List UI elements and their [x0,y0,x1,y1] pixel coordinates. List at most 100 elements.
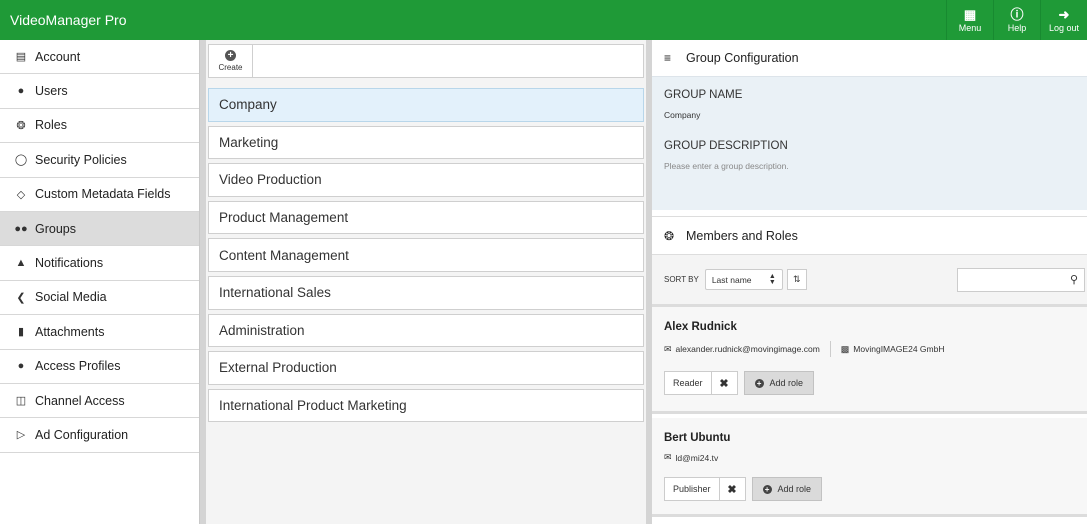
group-item-international-product-marketing[interactable]: International Product Marketing [208,388,644,423]
sidebar-item-label: Access Profiles [35,359,121,374]
sidebar-item-notifications[interactable]: ▲ Notifications [0,246,199,281]
sidebar-item-label: Account [35,49,81,64]
group-detail-panel: ≡ Group Configuration GROUP NAME Company… [652,40,1087,524]
sidebar-item-label: Attachments [35,324,105,339]
help-label: Help [1007,22,1027,33]
member-search-input[interactable] [958,268,1058,291]
close-icon: ✖ [727,483,737,496]
company-icon: ▩ [840,343,850,354]
sidebar-item-label: Security Policies [35,152,127,167]
logout-button[interactable]: ➜ Log out [1040,0,1087,40]
sidebar-item-channel-access[interactable]: ◫ Channel Access [0,384,199,419]
member-name: Alex Rudnick [664,321,737,333]
menu-label: Menu [958,22,982,33]
sidebar-item-access-profiles[interactable]: ● Access Profiles [0,350,199,384]
add-role-button[interactable]: + Add role [743,371,815,395]
remove-role-button[interactable]: ✖ [719,477,746,501]
close-icon: ✖ [719,377,729,390]
account-icon: ▤ [15,51,27,64]
group-description-field[interactable]: Please enter a group description. [664,161,1075,171]
sort-by-label: SORT BY [664,275,699,284]
user-icon: ● [17,85,25,98]
remove-role-button[interactable]: ✖ [711,371,738,395]
sort-select[interactable]: Last name ▲ ▼ [704,269,783,290]
sidebar-item-label: Groups [35,221,76,236]
sidebar: ▤ Account ● Users ❂ Roles ◯ Security Pol… [0,40,200,524]
list-icon: ≡ [664,51,672,65]
add-role-label: Add role [777,484,812,494]
member-company: MovingIMAGE24 GmbH [853,344,945,354]
envelope-icon: ✉ [664,343,672,354]
sort-bar: SORT BY Last name ▲ ▼ ⇅ ⚲ [652,255,1087,307]
sidebar-item-ad-configuration[interactable]: ▷ Ad Configuration [0,418,199,453]
shield-icon: ◯ [14,154,28,167]
play-box-icon: ▷ [16,429,26,442]
member-email: ld@mi24.tv [675,452,719,463]
sidebar-item-roles[interactable]: ❂ Roles [0,109,199,144]
sidebar-item-account[interactable]: ▤ Account [0,40,199,75]
group-list: Company Marketing Video Production Produ… [208,88,644,426]
gavel-icon: ❂ [16,119,26,132]
tag-icon: ◇ [16,188,26,201]
group-config-header: ≡ Group Configuration [652,40,1087,76]
logout-icon: ➜ [1058,6,1070,22]
sidebar-item-users[interactable]: ● Users [0,74,199,109]
plus-circle-icon: + [762,484,772,494]
bell-icon: ▲ [15,257,27,270]
sidebar-item-attachments[interactable]: ▮ Attachments [0,315,199,350]
sidebar-item-label: Custom Metadata Fields [35,187,171,202]
sort-direction-button[interactable]: ⇅ [786,269,807,290]
sidebar-item-label: Channel Access [35,393,125,408]
sort-select-value: Last name [711,274,752,285]
sidebar-item-groups[interactable]: ●● Groups [0,211,199,247]
group-item-marketing[interactable]: Marketing [208,125,644,160]
envelope-icon: ✉ [664,452,672,462]
sidebar-item-label: Ad Configuration [35,427,129,442]
help-button[interactable]: ⓘ Help [993,0,1040,40]
logout-label: Log out [1048,22,1080,33]
groups-panel: + Create Company Marketing Video Product… [206,40,646,524]
group-item-product-management[interactable]: Product Management [208,200,644,235]
sidebar-item-custom-metadata-fields[interactable]: ◇ Custom Metadata Fields [0,178,199,212]
sidebar-item-label: Notifications [35,256,104,271]
group-item-company[interactable]: Company [208,88,644,122]
top-bar: VideoManager Pro ▦ Menu ⓘ Help ➜ Log out [0,0,1087,40]
sidebar-item-label: Roles [35,118,67,133]
sidebar-item-label: Users [35,84,68,99]
member-info: ✉ alexander.rudnick@movingimage.com ▩ Mo… [664,341,1075,357]
group-item-administration[interactable]: Administration [208,313,644,348]
group-name-field[interactable]: Company [664,110,1075,120]
create-label: Create [218,63,243,72]
member-info: ✉ ld@mi24.tv [664,452,1075,463]
create-group-button[interactable]: + Create [209,45,253,77]
channel-icon: ◫ [15,395,27,408]
group-config-title: Group Configuration [686,51,799,65]
sidebar-item-security-policies[interactable]: ◯ Security Policies [0,143,199,178]
sort-alpha-icon: ⇅ [793,274,801,284]
member-card: Bert Ubuntu ✉ ld@mi24.tv Publisher ✖ + A… [652,414,1087,517]
role-badge[interactable]: Reader [664,371,712,395]
user-gear-icon: ● [17,360,25,373]
groups-toolbar: + Create [208,44,644,78]
group-item-video-production[interactable]: Video Production [208,163,644,197]
sidebar-item-social-media[interactable]: ❮ Social Media [0,281,199,316]
members-roles-header: ❂ Members and Roles [652,216,1087,255]
group-item-content-management[interactable]: Content Management [208,238,644,272]
grid-icon: ▦ [963,6,977,22]
group-item-external-production[interactable]: External Production [208,351,644,385]
plus-circle-icon: + [225,50,236,61]
menu-button[interactable]: ▦ Menu [946,0,993,40]
add-role-button[interactable]: + Add role [751,477,823,501]
role-badge[interactable]: Publisher [664,477,720,501]
help-icon: ⓘ [1010,6,1024,22]
search-icon[interactable]: ⚲ [1070,273,1078,286]
member-roles: Publisher ✖ + Add role [664,477,1075,501]
plus-circle-icon: + [754,378,764,388]
group-name-label: GROUP NAME [664,89,743,101]
group-icon: ●● [14,222,28,235]
member-card: Alex Rudnick ✉ alexander.rudnick@movingi… [652,307,1087,414]
info-separator [829,341,831,357]
gavel-icon: ❂ [664,228,675,243]
group-item-international-sales[interactable]: International Sales [208,275,644,310]
share-icon: ❮ [16,291,26,304]
